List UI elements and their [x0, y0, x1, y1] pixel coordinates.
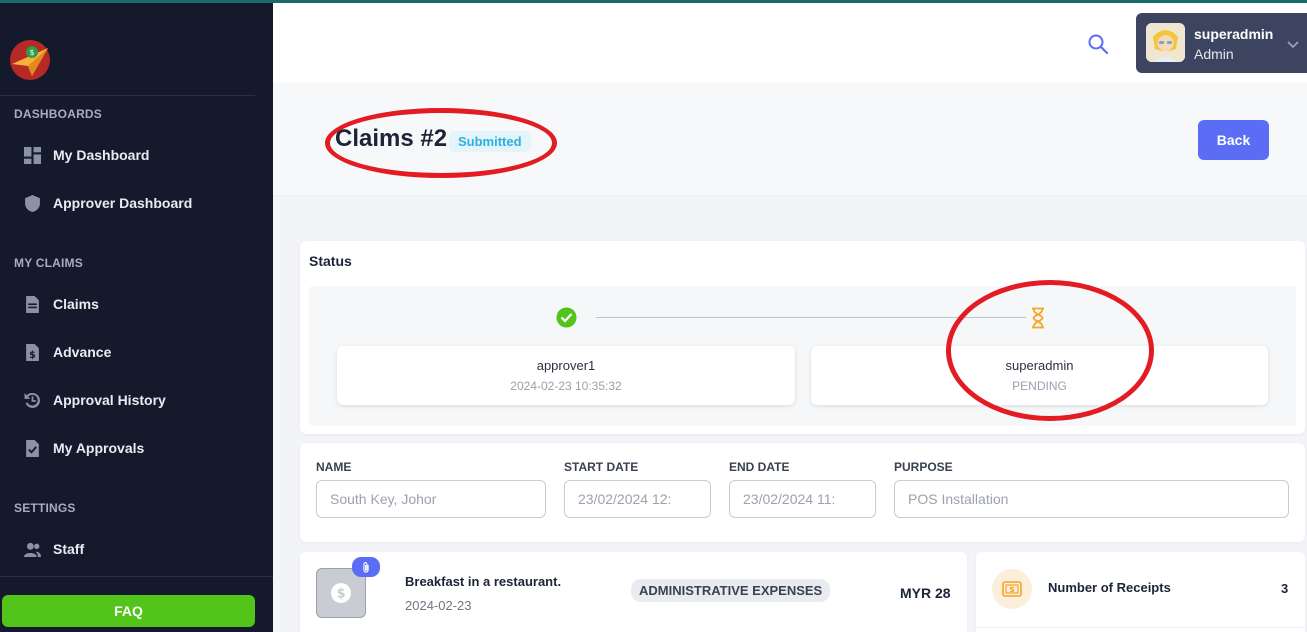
sidebar-item-approval-history[interactable]: Approval History	[24, 388, 166, 412]
approval-timeline: approver1 2024-02-23 10:35:32 superadmin…	[309, 286, 1296, 426]
document-icon	[24, 295, 41, 313]
status-card-title: Status	[309, 253, 352, 269]
top-header: superadmin Admin	[273, 3, 1307, 83]
svg-text:$: $	[336, 587, 345, 602]
history-icon	[24, 392, 41, 409]
sidebar-item-label: Approval History	[53, 392, 166, 408]
sidebar-item-my-approvals[interactable]: My Approvals	[24, 436, 144, 460]
receipts-label: Number of Receipts	[1048, 580, 1171, 595]
sidebar-item-label: My Approvals	[53, 440, 145, 456]
search-icon[interactable]	[1087, 33, 1109, 55]
back-button[interactable]: Back	[1198, 120, 1269, 160]
app-logo[interactable]: $	[8, 38, 52, 82]
sidebar-item-label: Staff	[53, 541, 85, 557]
svg-text:$: $	[29, 48, 34, 57]
start-date-label: START DATE	[564, 460, 639, 474]
avatar	[1146, 23, 1185, 62]
attachment-icon[interactable]	[352, 557, 380, 577]
name-label: NAME	[316, 460, 352, 474]
dollar-document-icon: $	[24, 343, 41, 361]
status-badge: Submitted	[449, 131, 531, 152]
sidebar-item-claims[interactable]: Claims	[24, 292, 99, 316]
divider	[976, 627, 1305, 628]
sidebar-item-label: Advance	[53, 344, 112, 360]
chevron-down-icon[interactable]	[1286, 37, 1300, 51]
step-approver-name: superadmin	[1005, 358, 1074, 373]
end-date-field[interactable]	[729, 480, 876, 518]
end-date-label: END DATE	[729, 460, 790, 474]
sidebar-item-label: My Dashboard	[53, 147, 150, 163]
step-status: PENDING	[1012, 379, 1067, 393]
step-approver-name: approver1	[536, 358, 596, 373]
start-date-field[interactable]	[564, 480, 711, 518]
svg-text:$: $	[29, 349, 36, 360]
user-name: superadmin	[1194, 26, 1274, 42]
receipts-count: 3	[1281, 581, 1289, 596]
receipts-summary: $ Number of Receipts 3	[976, 552, 1305, 632]
section-title-dashboards: DASHBOARDS	[14, 107, 103, 121]
expense-title: Breakfast in a restaurant.	[405, 574, 562, 589]
sidebar-item-advance[interactable]: $ Advance	[24, 340, 111, 364]
sidebar-item-approver-dashboard[interactable]: Approver Dashboard	[24, 191, 192, 215]
user-role: Admin	[1194, 46, 1234, 62]
receipt-icon: $	[992, 569, 1032, 609]
approval-step-superadmin: superadmin PENDING	[811, 346, 1268, 405]
check-circle-icon	[556, 307, 577, 328]
dashboard-icon	[24, 146, 41, 164]
name-field[interactable]	[316, 480, 546, 518]
section-title-settings: SETTINGS	[14, 501, 76, 515]
sidebar-item-my-dashboard[interactable]: My Dashboard	[24, 143, 149, 167]
section-title-my-claims: MY CLAIMS	[14, 256, 83, 270]
sidebar-divider	[0, 576, 273, 577]
status-card: Status approver1 2024-02-23 10:35:32 sup…	[300, 241, 1305, 434]
sidebar: $ DASHBOARDS My Dashboard Approver Dashb…	[0, 0, 273, 632]
faq-button[interactable]: FAQ	[2, 595, 255, 627]
claim-details-form: NAME START DATE END DATE PURPOSE	[300, 443, 1305, 542]
page-title-bar: Claims #2 Submitted Back	[273, 83, 1307, 196]
svg-text:$: $	[1009, 585, 1015, 594]
purpose-field[interactable]	[894, 480, 1289, 518]
users-icon	[24, 541, 41, 558]
category-badge: ADMINISTRATIVE EXPENSES	[631, 579, 831, 602]
top-accent-line	[0, 0, 1307, 3]
sidebar-item-label: Claims	[53, 296, 99, 312]
approval-step-approver1: approver1 2024-02-23 10:35:32	[337, 346, 795, 405]
timeline-connector	[596, 317, 1026, 318]
step-timestamp: 2024-02-23 10:35:32	[510, 379, 622, 393]
hourglass-icon	[1030, 307, 1046, 329]
user-menu[interactable]: superadmin Admin	[1136, 13, 1307, 73]
purpose-label: PURPOSE	[894, 460, 953, 474]
shield-icon	[24, 194, 41, 212]
sidebar-item-staff[interactable]: Staff	[24, 537, 84, 561]
expense-item[interactable]: $ Breakfast in a restaurant. 2024-02-23 …	[300, 552, 967, 632]
check-document-icon	[24, 439, 41, 457]
expense-amount: MYR 28	[900, 585, 951, 601]
sidebar-item-label: Approver Dashboard	[53, 195, 193, 211]
sidebar-divider	[0, 95, 255, 96]
page-title: Claims #2	[335, 125, 448, 152]
expense-date: 2024-02-23	[405, 598, 472, 613]
